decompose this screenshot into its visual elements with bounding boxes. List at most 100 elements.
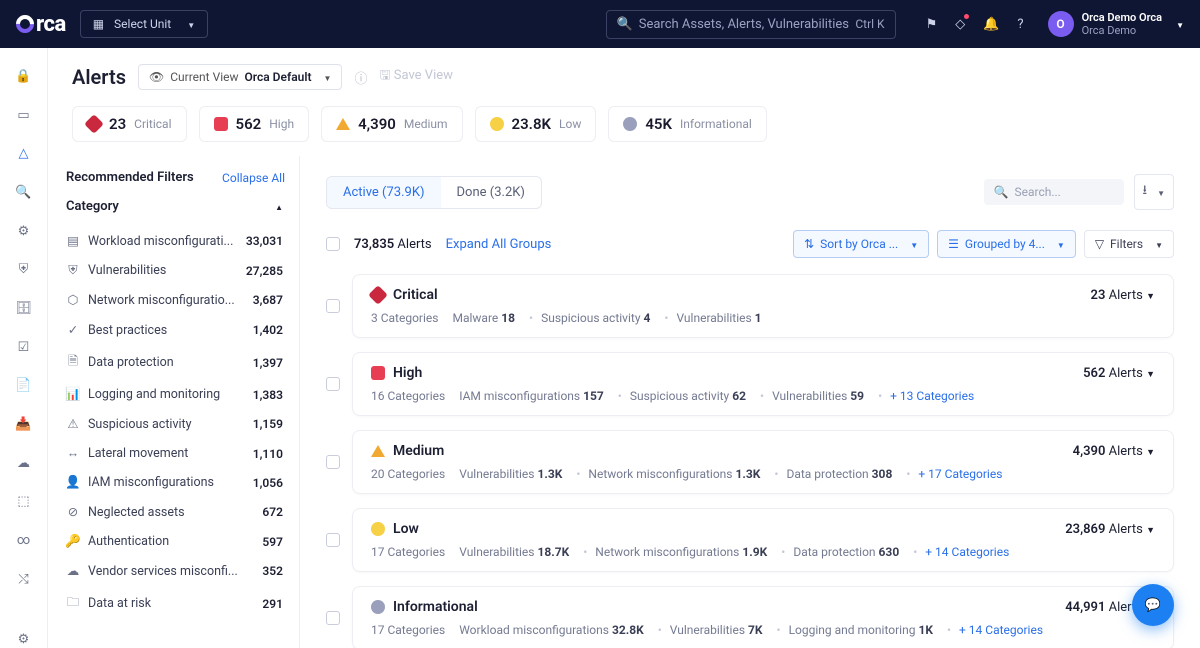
nav-shield-icon[interactable]: ⛨ bbox=[15, 261, 33, 278]
nav-path-icon[interactable]: ⤭ bbox=[15, 571, 33, 588]
filter-group-header[interactable]: Category bbox=[66, 199, 299, 214]
group-chip: Vulnerabilities 7K bbox=[658, 623, 763, 637]
tab-done[interactable]: Done (3.2K) bbox=[441, 177, 541, 208]
bell-icon[interactable]: 🔔 bbox=[983, 17, 999, 32]
nav-check-icon[interactable]: ☑ bbox=[15, 339, 33, 356]
group-row: High562 Alerts ▼16 CategoriesIAM misconf… bbox=[326, 352, 1174, 416]
group-checkbox[interactable] bbox=[326, 611, 340, 625]
global-search[interactable]: 🔍 Search Assets, Alerts, Vulnerabilities… bbox=[606, 10, 896, 39]
unit-selector[interactable]: ▦ Select Unit bbox=[80, 10, 208, 38]
nav-gear-icon[interactable]: ⚙ bbox=[15, 631, 33, 648]
group-chip: Suspicious activity 62 bbox=[618, 389, 746, 403]
nav-link-icon[interactable]: ∞ bbox=[15, 532, 33, 549]
chevron-down-icon bbox=[1149, 237, 1163, 251]
nav-search-icon[interactable]: 🔍 bbox=[15, 184, 33, 201]
results-count: 73,835 Alerts bbox=[354, 237, 432, 252]
filters-button[interactable]: ▽ Filters bbox=[1084, 230, 1174, 258]
group-checkbox[interactable] bbox=[326, 377, 340, 391]
announcement-icon[interactable]: ◇ bbox=[955, 17, 965, 32]
avatar: O bbox=[1048, 11, 1074, 37]
filter-item[interactable]: 👤IAM misconfigurations1,056 bbox=[66, 468, 299, 497]
filter-item-count: 597 bbox=[262, 535, 283, 549]
expand-all-link[interactable]: Expand All Groups bbox=[446, 237, 552, 252]
filter-icon: ▽ bbox=[1095, 237, 1104, 251]
nav-briefcase-icon[interactable]: 🗄 bbox=[15, 300, 33, 317]
filter-item-label: Authentication bbox=[88, 534, 254, 549]
severity-card-info[interactable]: 45KInformational bbox=[608, 106, 766, 142]
help-icon[interactable]: ? bbox=[1017, 17, 1023, 32]
flag-icon[interactable]: ⚑ bbox=[926, 17, 938, 32]
severity-medium-icon bbox=[371, 445, 385, 457]
more-categories-link[interactable]: + 17 Categories bbox=[906, 467, 1002, 481]
group-category-count: 16 Categories bbox=[371, 389, 445, 403]
group-card-high[interactable]: High562 Alerts ▼16 CategoriesIAM misconf… bbox=[352, 352, 1174, 416]
group-chip: Data protection 308 bbox=[774, 467, 892, 481]
filter-item[interactable]: ✓Best practices1,402 bbox=[66, 315, 299, 345]
group-checkbox[interactable] bbox=[326, 299, 340, 313]
filter-item[interactable]: 🗀Data at risk291 bbox=[66, 586, 299, 621]
filter-item-count: 1,110 bbox=[253, 447, 283, 461]
unit-selector-label: Select Unit bbox=[114, 17, 171, 31]
group-chip: Vulnerabilities 18.7K bbox=[459, 545, 569, 559]
more-categories-link[interactable]: + 14 Categories bbox=[947, 623, 1043, 637]
filter-item[interactable]: 🗎Data protection1,397 bbox=[66, 345, 299, 380]
group-checkbox[interactable] bbox=[326, 455, 340, 469]
nav-lock-icon[interactable]: 🔒 bbox=[15, 68, 33, 85]
topbar: rca ▦ Select Unit 🔍 Search Assets, Alert… bbox=[0, 0, 1200, 48]
more-categories-link[interactable]: + 14 Categories bbox=[913, 545, 1009, 559]
nav-settings-icon[interactable]: ⚙ bbox=[15, 223, 33, 240]
filter-item[interactable]: 🔑Authentication597 bbox=[66, 527, 299, 556]
results-search[interactable]: 🔍 Search... bbox=[984, 179, 1124, 205]
severity-card-critical[interactable]: 23Critical bbox=[72, 106, 187, 142]
group-chip: Vulnerabilities 59 bbox=[760, 389, 864, 403]
select-all-checkbox[interactable] bbox=[326, 237, 340, 251]
filter-item[interactable]: ☁Vendor services misconfi...352 bbox=[66, 556, 299, 586]
nav-inbox-icon[interactable]: 📥 bbox=[15, 416, 33, 433]
sort-button[interactable]: ⇅ Sort by Orca ... bbox=[793, 230, 929, 258]
view-selector[interactable]: 👁 Current View Orca Default bbox=[138, 64, 342, 90]
group-chip: Malware 18 bbox=[452, 311, 515, 325]
filter-item-icon: ⊘ bbox=[66, 504, 80, 520]
collapse-all-link[interactable]: Collapse All bbox=[222, 171, 285, 185]
nav-report-icon[interactable]: 📄 bbox=[15, 377, 33, 394]
nav-dashboard-icon[interactable]: ▭ bbox=[15, 107, 33, 124]
more-categories-link[interactable]: + 13 Categories bbox=[878, 389, 974, 403]
filter-item[interactable]: ⊘Neglected assets672 bbox=[66, 497, 299, 527]
group-category-count: 17 Categories bbox=[371, 623, 445, 637]
severity-low-icon bbox=[490, 117, 504, 131]
filter-item-label: Vendor services misconfi... bbox=[88, 564, 254, 579]
chevron-down-icon bbox=[318, 70, 332, 84]
filter-item[interactable]: ⬡Network misconfiguratio...3,687 bbox=[66, 285, 299, 315]
filter-item-count: 3,687 bbox=[253, 293, 283, 307]
group-card-low[interactable]: Low23,869 Alerts ▼17 CategoriesVulnerabi… bbox=[352, 508, 1174, 572]
chat-fab[interactable]: 💬 bbox=[1132, 584, 1174, 626]
info-icon[interactable]: ⓘ bbox=[354, 68, 367, 87]
group-alerts-count: 4,390 Alerts ▼ bbox=[1073, 444, 1155, 459]
nav-box-icon[interactable]: ⬚ bbox=[15, 493, 33, 510]
user-menu[interactable]: O Orca Demo Orca Orca Demo bbox=[1048, 11, 1184, 37]
filter-item[interactable]: ⛨Vulnerabilities27,285 bbox=[66, 256, 299, 285]
group-card-medium[interactable]: Medium4,390 Alerts ▼20 CategoriesVulnera… bbox=[352, 430, 1174, 494]
save-view-button[interactable]: 🖫 Save View bbox=[379, 66, 452, 88]
severity-card-medium[interactable]: 4,390Medium bbox=[321, 106, 462, 142]
export-button[interactable]: ⭳ bbox=[1134, 174, 1174, 210]
nav-cloud-icon[interactable]: ☁ bbox=[15, 455, 33, 472]
severity-card-high[interactable]: 562High bbox=[199, 106, 310, 142]
filter-item[interactable]: ▤Workload misconfigurati...33,031 bbox=[66, 226, 299, 256]
severity-card-low[interactable]: 23.8KLow bbox=[475, 106, 597, 142]
group-chip: Data protection 630 bbox=[781, 545, 899, 559]
filter-item[interactable]: 📊Logging and monitoring1,383 bbox=[66, 380, 299, 409]
filter-item-label: Logging and monitoring bbox=[88, 387, 245, 402]
severity-medium-icon bbox=[336, 118, 350, 130]
chevron-down-icon bbox=[1170, 17, 1184, 32]
nav-alerts-icon[interactable]: △ bbox=[15, 145, 33, 162]
group-card-critical[interactable]: Critical23 Alerts ▼3 CategoriesMalware 1… bbox=[352, 274, 1174, 338]
group-by-button[interactable]: ☰ Grouped by 4... bbox=[937, 230, 1076, 258]
filter-item[interactable]: ⚠Suspicious activity1,159 bbox=[66, 409, 299, 439]
group-card-info[interactable]: Informational44,991 Alerts ▼17 Categorie… bbox=[352, 586, 1174, 648]
chevron-up-icon bbox=[269, 199, 283, 214]
filter-item-label: Suspicious activity bbox=[88, 417, 245, 432]
tab-active[interactable]: Active (73.9K) bbox=[327, 177, 441, 208]
filter-item[interactable]: ↔Lateral movement1,110 bbox=[66, 439, 299, 468]
group-checkbox[interactable] bbox=[326, 533, 340, 547]
